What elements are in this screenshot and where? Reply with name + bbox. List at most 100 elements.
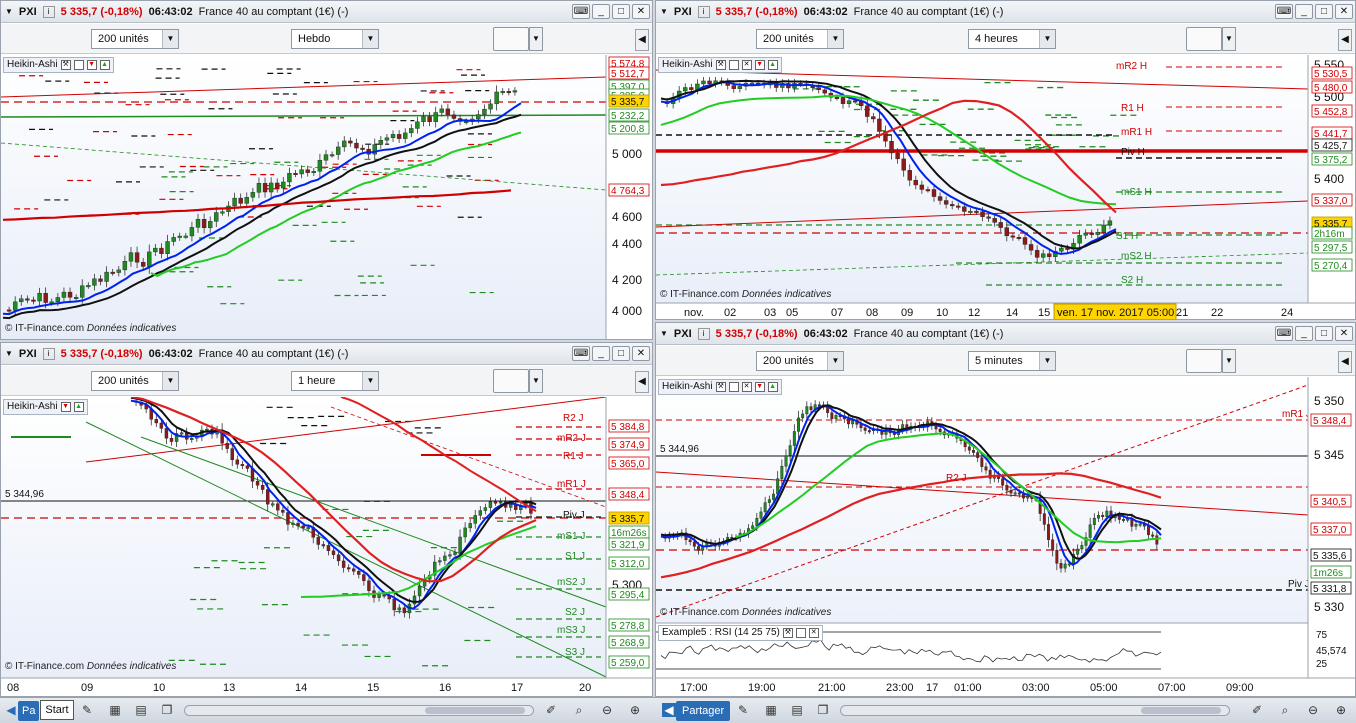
zoom-in-icon[interactable]: ⊕ <box>1334 703 1348 717</box>
chart-type-icon[interactable] <box>493 369 529 393</box>
zoom-out-icon[interactable]: ⊖ <box>600 703 614 717</box>
keyboard-icon[interactable]: ⌨ <box>1275 4 1293 19</box>
close-button[interactable]: ✕ <box>632 346 650 361</box>
price-chart[interactable]: 5 344,96 R2 J mR2 J R1 J mR1 J Piv J mS1 J S1 J… <box>1 397 652 696</box>
info-icon[interactable]: i <box>42 347 55 360</box>
units-select[interactable]: 200 unités ▼ <box>756 29 844 49</box>
share-button[interactable]: Partager <box>676 701 731 721</box>
zoom-in-icon[interactable]: ⊕ <box>628 703 642 717</box>
chart-type-dropdown[interactable]: ▼ <box>1222 349 1236 373</box>
dropdown-icon[interactable]: ▼ <box>660 7 668 16</box>
share-icon[interactable]: ◀ <box>662 703 676 717</box>
price-chart[interactable]: 5 344,96mR1 JR2 JmR2 JPiv J5 3505 3455 3… <box>656 377 1355 696</box>
close-button[interactable]: ✕ <box>1335 326 1353 341</box>
dropdown-icon[interactable]: ▼ <box>5 349 13 358</box>
wrench-icon[interactable]: ⚒ <box>715 382 726 392</box>
up-arrow-icon[interactable]: ▲ <box>767 382 778 392</box>
chart-type-icon[interactable] <box>1186 27 1222 51</box>
chart-area[interactable]: mR2 H R1 H mR1 H Piv H mS1 H S1 H mS2 H S2 H 5 5… <box>656 55 1355 319</box>
info-icon[interactable]: i <box>42 5 55 18</box>
zoom-out-icon[interactable]: ⊖ <box>1306 703 1320 717</box>
maximize-button[interactable]: □ <box>1315 4 1333 19</box>
wrench-icon[interactable]: ⚒ <box>715 60 726 70</box>
minimize-button[interactable]: _ <box>1295 4 1313 19</box>
panel-titlebar[interactable]: ▼ PXI i 5 335,7 (-0,18%) 06:43:02 France… <box>1 1 652 23</box>
side-panel-icon[interactable]: ◀ <box>1338 29 1352 51</box>
chart-area[interactable]: 5 000 4 600 4 400 4 200 4 000 5 574,8 5 512,7 5… <box>1 55 652 339</box>
grid-icon[interactable]: ▦ <box>108 703 122 717</box>
close-button[interactable]: ✕ <box>632 4 650 19</box>
layout-icon[interactable]: ▤ <box>134 703 148 717</box>
keyboard-icon[interactable]: ⌨ <box>572 346 590 361</box>
minimize-button[interactable]: _ <box>1295 326 1313 341</box>
down-arrow-icon[interactable]: ▼ <box>754 382 765 392</box>
side-panel-icon[interactable]: ◀ <box>635 371 649 393</box>
chart-area[interactable]: 5 344,96mR1 JR2 JmR2 JPiv J5 3505 3455 3… <box>656 377 1355 696</box>
duplicate-icon[interactable]: ❐ <box>160 703 174 717</box>
units-select[interactable]: 200 unités ▼ <box>91 29 179 49</box>
window-icon[interactable] <box>795 628 806 638</box>
chart-type-icon[interactable] <box>493 27 529 51</box>
indicator-legend[interactable]: Heikin-Ashi ⚒ ✕ ▼ ▲ <box>658 57 782 73</box>
window-icon[interactable] <box>73 60 84 70</box>
timeframe-select[interactable]: 5 minutes ▼ <box>968 351 1056 371</box>
wrench-icon[interactable]: ⚒ <box>60 60 71 70</box>
side-panel-icon[interactable]: ◀ <box>1338 351 1352 373</box>
share-button-left[interactable]: Pa <box>18 701 40 721</box>
price-chart[interactable]: 5 0004 6004 4004 2004 0005 574,85 512,75… <box>1 55 652 339</box>
close-circle-icon[interactable]: ✕ <box>741 382 752 392</box>
price-chart[interactable]: mR2 H R1 H mR1 H Piv H mS1 H S1 H mS2 H S2 H 5 5… <box>656 55 1355 319</box>
duplicate-icon[interactable]: ❐ <box>816 703 830 717</box>
window-icon[interactable] <box>728 382 739 392</box>
units-select[interactable]: 200 unités ▼ <box>756 351 844 371</box>
wrench-icon[interactable]: ⚒ <box>782 628 793 638</box>
dropdown-icon[interactable]: ▼ <box>660 329 668 338</box>
close-circle-icon[interactable]: ✕ <box>808 628 819 638</box>
indicator-legend[interactable]: Heikin-Ashi ▼ ▲ <box>3 399 88 415</box>
minimize-button[interactable]: _ <box>592 346 610 361</box>
horizontal-scrollbar[interactable] <box>184 705 534 716</box>
up-arrow-icon[interactable]: ▲ <box>73 402 84 412</box>
maximize-button[interactable]: □ <box>1315 326 1333 341</box>
close-circle-icon[interactable]: ✕ <box>741 60 752 70</box>
zoom-area-icon[interactable]: ⌕ <box>572 703 586 717</box>
keyboard-icon[interactable]: ⌨ <box>1275 326 1293 341</box>
timeframe-select[interactable]: 1 heure ▼ <box>291 371 379 391</box>
pencil-icon[interactable]: ✐ <box>544 703 558 717</box>
chart-type-dropdown[interactable]: ▼ <box>1222 27 1236 51</box>
timeframe-select[interactable]: Hebdo ▼ <box>291 29 379 49</box>
indicator-legend[interactable]: Heikin-Ashi ⚒ ▼ ▲ <box>3 57 114 73</box>
zoom-area-icon[interactable]: ⌕ <box>1278 703 1292 717</box>
grid-icon[interactable]: ▦ <box>764 703 778 717</box>
start-button[interactable]: Start <box>40 700 74 720</box>
side-panel-icon[interactable]: ◀ <box>635 29 649 51</box>
chart-area[interactable]: 5 344,96 R2 J mR2 J R1 J mR1 J Piv J mS1 J S1 J… <box>1 397 652 696</box>
chart-type-dropdown[interactable]: ▼ <box>529 27 543 51</box>
close-button[interactable]: ✕ <box>1335 4 1353 19</box>
drawing-tool-icon[interactable]: ✎ <box>80 703 94 717</box>
keyboard-icon[interactable]: ⌨ <box>572 4 590 19</box>
share-icon[interactable]: ◀ <box>4 703 18 717</box>
down-arrow-icon[interactable]: ▼ <box>86 60 97 70</box>
drawing-tool-icon[interactable]: ✎ <box>736 703 750 717</box>
down-arrow-icon[interactable]: ▼ <box>754 60 765 70</box>
chart-type-dropdown[interactable]: ▼ <box>529 369 543 393</box>
minimize-button[interactable]: _ <box>592 4 610 19</box>
up-arrow-icon[interactable]: ▲ <box>767 60 778 70</box>
panel-titlebar[interactable]: ▼ PXI i 5 335,7 (-0,18%) 06:43:02 France… <box>656 323 1355 345</box>
dropdown-icon[interactable]: ▼ <box>5 7 13 16</box>
chart-type-icon[interactable] <box>1186 349 1222 373</box>
rsi-legend[interactable]: Example5 : RSI (14 25 75) ⚒ ✕ <box>658 625 823 641</box>
maximize-button[interactable]: □ <box>612 346 630 361</box>
units-select[interactable]: 200 unités ▼ <box>91 371 179 391</box>
pencil-icon[interactable]: ✐ <box>1250 703 1264 717</box>
horizontal-scrollbar[interactable] <box>840 705 1230 716</box>
up-arrow-icon[interactable]: ▲ <box>99 60 110 70</box>
panel-titlebar[interactable]: ▼ PXI i 5 335,7 (-0,18%) 06:43:02 France… <box>1 343 652 365</box>
timeframe-select[interactable]: 4 heures ▼ <box>968 29 1056 49</box>
down-arrow-icon[interactable]: ▼ <box>60 402 71 412</box>
maximize-button[interactable]: □ <box>612 4 630 19</box>
info-icon[interactable]: i <box>697 5 710 18</box>
panel-titlebar[interactable]: ▼ PXI i 5 335,7 (-0,18%) 06:43:02 France… <box>656 1 1355 23</box>
indicator-legend[interactable]: Heikin-Ashi ⚒ ✕ ▼ ▲ <box>658 379 782 395</box>
